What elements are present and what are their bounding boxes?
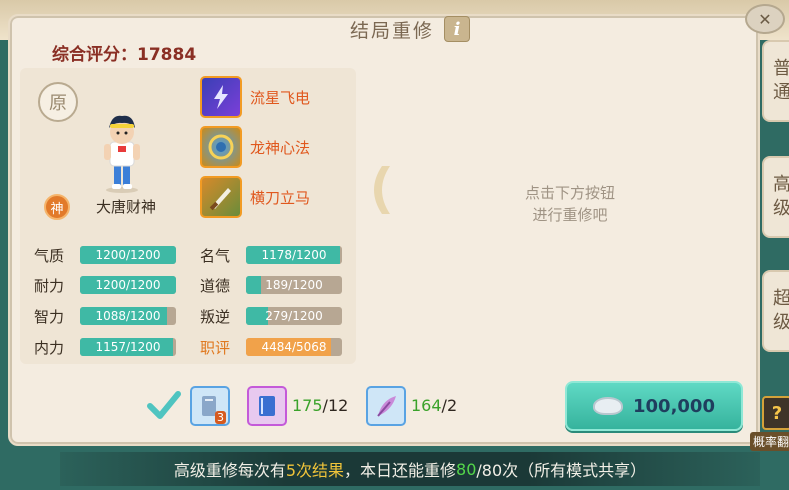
stat-row: 内力 1157/1200 — [34, 336, 176, 358]
close-icon: ✕ — [758, 9, 772, 29]
stat-bar: 4484/5068 — [246, 338, 342, 356]
stat-value: 1178/1200 — [261, 248, 327, 262]
stat-value: 1157/1200 — [95, 340, 161, 354]
blade-skill-icon — [200, 176, 242, 218]
stat-label: 职评 — [200, 338, 231, 357]
stat-bar: 279/1200 — [246, 307, 342, 325]
tab-advanced-line-1: 高 — [773, 174, 789, 195]
stat-label: 耐力 — [34, 276, 65, 295]
stat-row: 耐力 1200/1200 — [34, 274, 176, 296]
stat-row: 叛逆 279/1200 — [200, 305, 342, 327]
reforge-price: 100,000 — [633, 395, 715, 417]
tab-normal-line-1: 普 — [773, 58, 789, 79]
skill-2-label: 龙神心法 — [250, 138, 311, 157]
reforge-button[interactable]: 100,000 — [565, 381, 743, 431]
stat-bar: 1088/1200 — [80, 307, 176, 325]
stat-value: 1200/1200 — [95, 278, 161, 292]
stat-value: 1088/1200 — [95, 309, 161, 323]
character-avatar — [104, 115, 140, 193]
stat-row: 职评 4484/5068 — [200, 336, 342, 358]
hint-line-2: 进行重修吧 — [532, 206, 608, 224]
stat-bar: 1178/1200 — [246, 246, 342, 264]
close-button[interactable]: ✕ — [745, 4, 785, 34]
footer-highlight-1: 5次结果 — [285, 461, 345, 480]
god-badge: 神 — [44, 194, 70, 220]
stat-value: 189/1200 — [265, 278, 323, 292]
footer-text-3: /80次（所有模式共享） — [476, 461, 647, 480]
feather-count-total: /2 — [441, 396, 458, 415]
stat-label: 名气 — [200, 246, 231, 265]
footer-text-2: ，本日还能重修 — [344, 461, 457, 480]
tab-super-line-1: 超 — [773, 288, 789, 309]
stat-bar: 1157/1200 — [80, 338, 176, 356]
dragon-skill-icon — [200, 126, 242, 168]
page-title: 结局重修 — [349, 19, 434, 42]
feather-icon — [377, 396, 396, 417]
probability-button[interactable]: ? 概率翻 — [748, 392, 789, 451]
stat-label: 叛逆 — [200, 307, 231, 326]
book-item[interactable] — [247, 386, 287, 426]
stat-label: 气质 — [34, 246, 65, 265]
footer-notice: 高级重修每次有 5次结果 ，本日还能重修 80/80次（所有模式共享） — [60, 452, 760, 486]
scroll-item[interactable]: 3 — [190, 386, 230, 426]
book-count: 175/12 — [292, 396, 348, 415]
book-icon — [259, 396, 275, 416]
origin-badge: 原 — [38, 82, 78, 122]
book-count-current: 175 — [292, 396, 323, 415]
silver-ingot-icon — [593, 397, 623, 415]
feather-count: 164/2 — [411, 396, 457, 415]
footer-highlight-2: 80 — [456, 459, 477, 479]
feather-item[interactable] — [366, 386, 406, 426]
stat-bar: 1200/1200 — [80, 246, 176, 264]
stat-bar: 189/1200 — [246, 276, 342, 294]
skill-2[interactable]: 龙神心法 — [200, 126, 350, 168]
hint-line-1: 点击下方按钮 — [524, 184, 615, 202]
lightning-skill-icon — [200, 76, 242, 118]
footer-text-1: 高级重修每次有 — [173, 461, 286, 480]
tab-super-line-2: 级 — [773, 312, 789, 333]
skill-3-label: 横刀立马 — [250, 188, 311, 207]
stat-row: 名气 1178/1200 — [200, 244, 342, 266]
checkmark-icon[interactable] — [146, 388, 182, 422]
skill-3[interactable]: 横刀立马 — [200, 176, 350, 218]
tab-normal-line-2: 通 — [773, 82, 789, 103]
stat-row: 气质 1200/1200 — [34, 244, 176, 266]
stat-value: 279/1200 — [265, 309, 323, 323]
question-icon: ? — [762, 396, 789, 430]
chevron-left-icon — [374, 166, 390, 214]
stat-label: 内力 — [34, 338, 65, 357]
feather-count-current: 164 — [411, 396, 442, 415]
tab-super[interactable]: 超 级 — [762, 270, 789, 352]
item-badge: 3 — [215, 411, 226, 424]
tab-advanced[interactable]: 高 级 — [762, 156, 789, 238]
character-name: 大唐财神 — [96, 198, 157, 216]
stat-value: 1200/1200 — [95, 248, 161, 262]
score-value: 17884 — [137, 45, 197, 65]
overall-score: 综合评分：17884 — [52, 40, 196, 65]
stat-value: 4484/5068 — [261, 340, 327, 354]
stat-row: 道德 189/1200 — [200, 274, 342, 296]
skill-1[interactable]: 流星飞电 — [200, 76, 350, 118]
probability-label: 概率翻 — [750, 432, 789, 451]
skill-1-label: 流星飞电 — [250, 88, 311, 107]
stat-label: 智力 — [34, 307, 65, 326]
stat-row: 智力 1088/1200 — [34, 305, 176, 327]
tab-advanced-line-2: 级 — [773, 198, 789, 219]
tab-normal[interactable]: 普 通 — [762, 40, 789, 122]
stat-bar: 1200/1200 — [80, 276, 176, 294]
stat-label: 道德 — [200, 276, 231, 295]
book-count-total: /12 — [322, 396, 349, 415]
title-bar: 结局重修 i — [310, 16, 510, 42]
info-icon[interactable]: i — [444, 16, 470, 42]
reforge-hint: 点击下方按钮 进行重修吧 — [470, 182, 670, 226]
score-label: 综合评分： — [52, 45, 137, 65]
